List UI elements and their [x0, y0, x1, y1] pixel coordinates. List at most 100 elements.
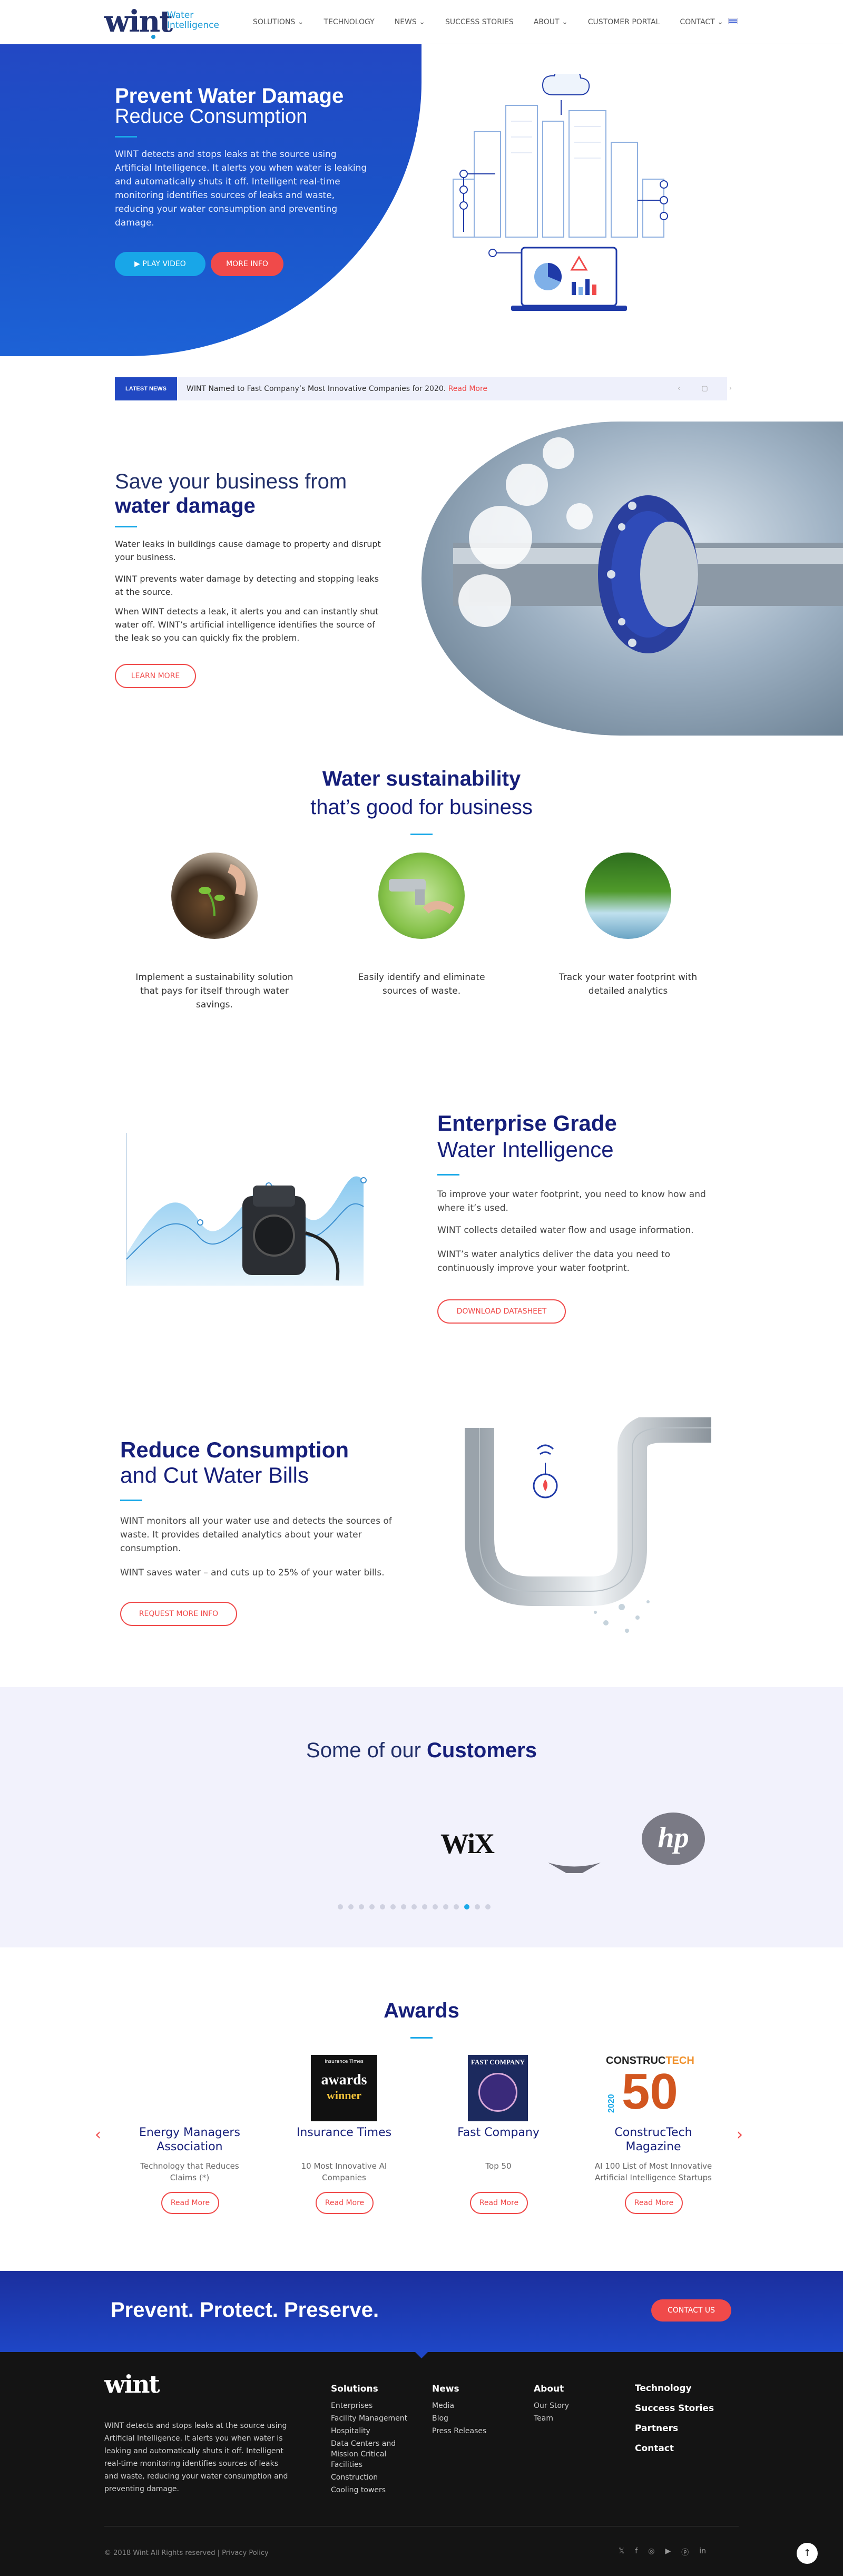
award-name: Energy Managers Association: [139, 2126, 240, 2153]
carousel-dot[interactable]: [401, 1904, 406, 1909]
footer-link-success-stories[interactable]: Success Stories: [635, 2398, 714, 2418]
carousel-dot[interactable]: [411, 1904, 417, 1909]
enterprise-paragraph-3: WINT’s water analytics deliver the data …: [437, 1249, 671, 1274]
award-read-more-button[interactable]: Read More: [161, 2192, 219, 2214]
nav-solutions[interactable]: SOLUTIONS ⌄: [253, 18, 304, 26]
cta-notch: [414, 2351, 429, 2358]
insurance-times-badge: Insurance Times awards winner: [311, 2055, 377, 2121]
footer-link-contact[interactable]: Contact: [635, 2438, 714, 2459]
request-more-info-button[interactable]: REQUEST MORE INFO: [120, 1602, 237, 1626]
damage-paragraph-2: WINT prevents water damage by detecting …: [115, 574, 379, 597]
footer-link[interactable]: Facility Management: [331, 2412, 415, 2425]
nav-technology[interactable]: TECHNOLOGY: [324, 18, 375, 26]
logo[interactable]: wint: [104, 4, 173, 39]
play-video-button[interactable]: ▶ PLAY VIDEO: [115, 252, 205, 276]
enterprise-title-bold: Enterprise Grade: [437, 1111, 617, 1135]
footer-col-about: About Our Story Team: [534, 2384, 569, 2425]
footer-link-partners[interactable]: Partners: [635, 2418, 714, 2438]
instagram-icon[interactable]: ◎: [648, 2547, 654, 2558]
footer-col-main-links: Technology Success Stories Partners Cont…: [635, 2378, 714, 2459]
carousel-dot[interactable]: [380, 1904, 385, 1909]
footer-link-technology[interactable]: Technology: [635, 2378, 714, 2398]
footer-link[interactable]: Construction: [331, 2471, 415, 2484]
carousel-dot[interactable]: [338, 1904, 343, 1909]
twitter-icon[interactable]: 𝕏: [619, 2547, 624, 2558]
carousel-dot[interactable]: [475, 1904, 480, 1909]
award-card-insurance-times: Insurance Times 10 Most Innovative AI Co…: [281, 2126, 407, 2220]
carousel-dot[interactable]: [348, 1904, 354, 1909]
carousel-dot[interactable]: [369, 1904, 375, 1909]
chevron-down-icon: ⌄: [297, 18, 304, 26]
reduce-divider: [120, 1500, 142, 1501]
footer-link[interactable]: Blog: [432, 2412, 486, 2425]
footer-heading: Solutions: [331, 2384, 378, 2394]
nav-about[interactable]: ABOUT ⌄: [534, 18, 568, 26]
footer-copyright: © 2018 Wint All Rights reserved | Privac…: [104, 2549, 269, 2557]
carousel-dot[interactable]: [454, 1904, 459, 1909]
footer-link[interactable]: Hospitality: [331, 2425, 415, 2437]
customers-carousel-dots[interactable]: [338, 1904, 491, 1909]
award-description: 10 Most Innovative AI Companies: [301, 2161, 387, 2182]
hero-title-light: Reduce Consumption: [115, 105, 308, 128]
analytics-device-illustration: [126, 1133, 367, 1286]
nav-contact[interactable]: CONTACT ⌄: [680, 18, 723, 26]
footer-link[interactable]: Cooling towers: [331, 2484, 415, 2496]
footer-col-solutions: Solutions Enterprises Facility Managemen…: [331, 2384, 415, 2496]
download-datasheet-button[interactable]: DOWNLOAD DATASHEET: [437, 1299, 566, 1324]
hero-divider: [115, 136, 137, 138]
awards-next-arrow[interactable]: ›: [737, 2126, 743, 2144]
enterprise-title-light: Water Intelligence: [437, 1137, 614, 1162]
award-name: ConstrucTech Magazine: [614, 2126, 692, 2153]
israel-flag-icon[interactable]: [728, 18, 738, 24]
footer-link[interactable]: Data Centers and Mission Critical Facili…: [331, 2438, 415, 2470]
news-read-more-link[interactable]: Read More: [448, 385, 487, 393]
carousel-dot[interactable]: [485, 1904, 491, 1909]
chevron-down-icon: ⌄: [562, 18, 568, 26]
sustain-divider: [410, 834, 433, 835]
carousel-dot[interactable]: [433, 1904, 438, 1909]
award-description: AI 100 List of Most Innovative Artificia…: [594, 2161, 712, 2182]
main-nav: SOLUTIONS ⌄ TECHNOLOGY NEWS ⌄ SUCCESS ST…: [253, 18, 743, 26]
award-read-more-button[interactable]: Read More: [625, 2192, 683, 2214]
contact-us-button[interactable]: CONTACT US: [651, 2299, 731, 2322]
logo-tagline-line1: Water: [167, 10, 194, 21]
footer-link[interactable]: Enterprises: [331, 2399, 415, 2412]
award-read-more-button[interactable]: Read More: [316, 2192, 374, 2214]
faucet-photo: [378, 853, 465, 939]
carousel-dot[interactable]: [422, 1904, 427, 1909]
reduce-title-bold: Reduce Consumption: [120, 1437, 349, 1462]
carousel-dot-active[interactable]: [464, 1904, 469, 1909]
nav-customer-portal[interactable]: CUSTOMER PORTAL: [588, 18, 660, 26]
footer-link[interactable]: Team: [534, 2412, 569, 2425]
back-to-top-button[interactable]: ↑: [797, 2543, 818, 2564]
nav-news[interactable]: NEWS ⌄: [395, 18, 425, 26]
awards-title: Awards: [384, 1999, 459, 2022]
youtube-icon[interactable]: ▶: [665, 2547, 671, 2558]
arrow-up-icon: ↑: [803, 2548, 811, 2559]
news-tag: LATEST NEWS: [115, 377, 177, 400]
nav-success-stories[interactable]: SUCCESS STORIES: [445, 18, 514, 26]
awards-divider: [410, 2037, 433, 2039]
footer-link[interactable]: Our Story: [534, 2399, 569, 2412]
carousel-dot[interactable]: [443, 1904, 448, 1909]
awards-prev-arrow[interactable]: ‹: [95, 2126, 101, 2144]
award-read-more-button[interactable]: Read More: [470, 2192, 528, 2214]
footer-link[interactable]: Media: [432, 2399, 486, 2412]
linkedin-icon[interactable]: in: [699, 2547, 706, 2558]
hero-title-bold: Prevent Water Damage: [115, 84, 344, 107]
news-headline[interactable]: WINT Named to Fast Company’s Most Innova…: [187, 385, 487, 393]
award-card-energy-managers: Energy Managers Association Technology t…: [126, 2126, 253, 2220]
news-controls[interactable]: ‹ ▢ ›: [678, 385, 741, 393]
more-info-button[interactable]: MORE INFO: [211, 252, 283, 276]
footer-link[interactable]: Press Releases: [432, 2425, 486, 2437]
learn-more-button[interactable]: LEARN MORE: [115, 664, 196, 688]
enterprise-paragraph-2: WINT collects detailed water flow and us…: [437, 1225, 694, 1236]
sustain-caption-3: Track your water footprint with detailed…: [558, 972, 698, 996]
facebook-icon[interactable]: f: [635, 2547, 638, 2558]
carousel-dot[interactable]: [359, 1904, 364, 1909]
carousel-dot[interactable]: [390, 1904, 396, 1909]
damage-paragraph-3: When WINT detects a leak, it alerts you …: [115, 606, 379, 643]
pinterest-icon[interactable]: ⓟ: [681, 2547, 689, 2558]
footer-logo[interactable]: wint: [104, 2370, 160, 2398]
award-name: Fast Company: [457, 2126, 540, 2139]
